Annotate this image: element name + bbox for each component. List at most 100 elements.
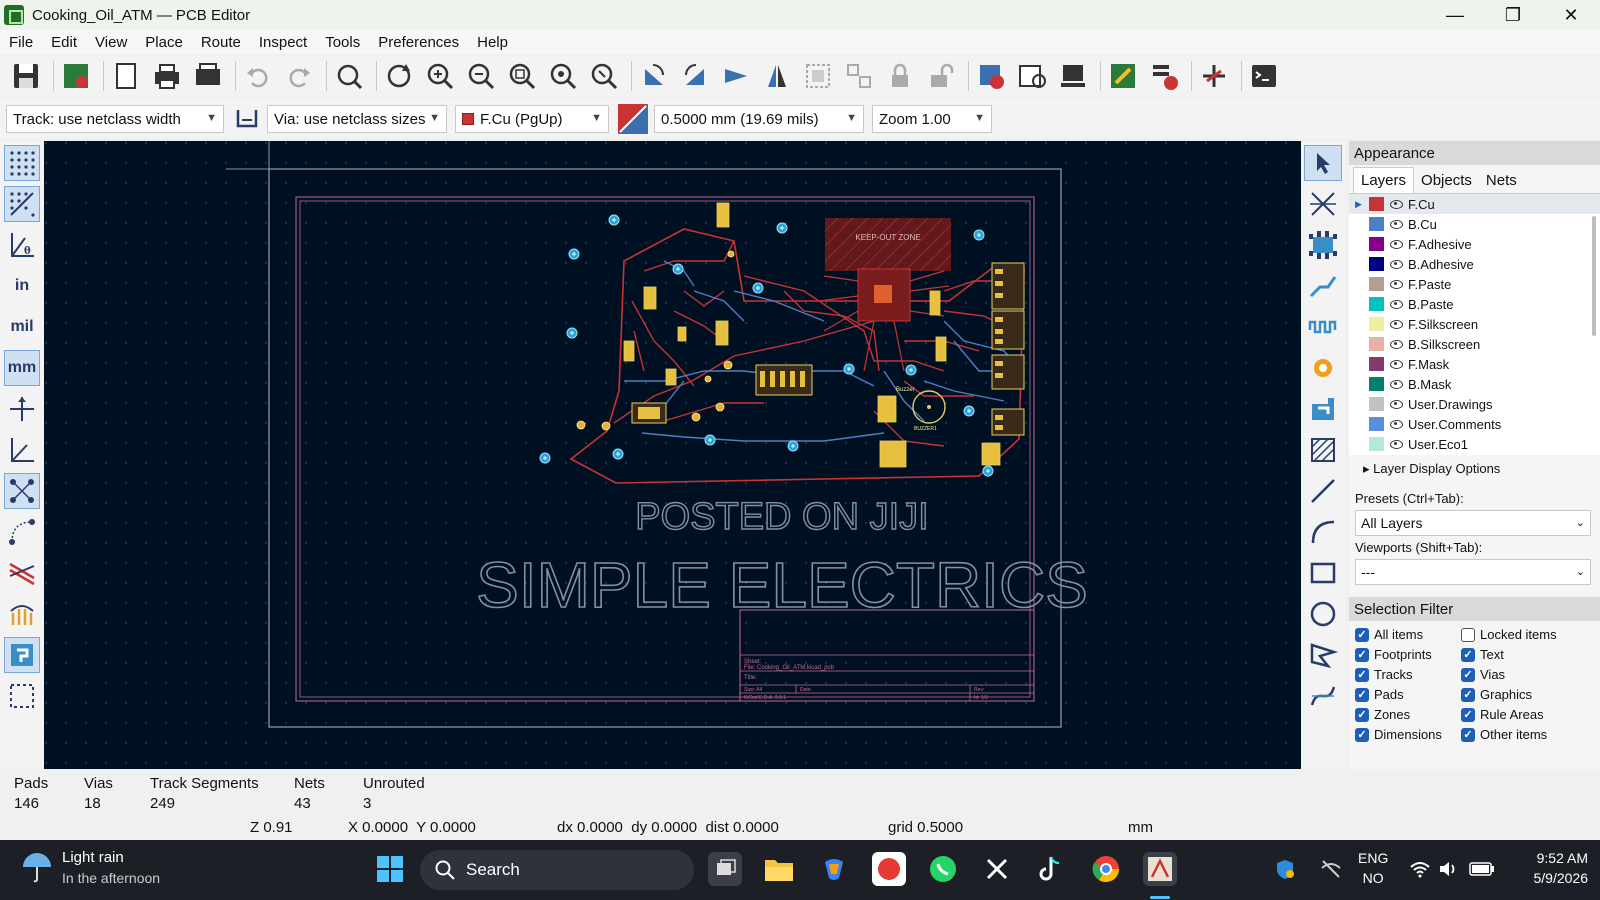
menu-place[interactable]: Place: [136, 34, 192, 51]
layer-color-swatch[interactable]: [1369, 437, 1384, 451]
filter-checkbox[interactable]: ✓ Dimensions: [1355, 727, 1461, 742]
rotate-ccw-button[interactable]: [636, 58, 672, 94]
filter-checkbox[interactable]: Locked items: [1461, 627, 1591, 642]
mirror-h-button[interactable]: [718, 58, 754, 94]
zoom-in-button[interactable]: [422, 58, 458, 94]
filter-checkbox[interactable]: ✓ Tracks: [1355, 667, 1461, 682]
track-outline-button[interactable]: [4, 555, 40, 591]
layer-color-swatch[interactable]: [1369, 357, 1384, 371]
add-zone-button[interactable]: [1304, 391, 1342, 427]
track-width-select[interactable]: Track: use netclass width ▼: [6, 105, 224, 133]
select-tool-button[interactable]: [1304, 145, 1342, 181]
filter-checkbox[interactable]: ✓ Text: [1461, 647, 1591, 662]
units-inches-button[interactable]: in: [4, 268, 40, 304]
board-setup-button[interactable]: [58, 58, 94, 94]
zoom-out-button[interactable]: [463, 58, 499, 94]
units-mils-button[interactable]: mil: [4, 309, 40, 345]
layer-row[interactable]: F.Adhesive: [1349, 234, 1600, 254]
refresh-button[interactable]: [381, 58, 417, 94]
footprint-editor-button[interactable]: [1055, 58, 1091, 94]
zoom-objects-button[interactable]: [545, 58, 581, 94]
weather-widget[interactable]: Light rain In the afternoon: [20, 848, 160, 888]
layer-row[interactable]: User.Eco1: [1349, 434, 1600, 454]
tiktok-app[interactable]: [1034, 852, 1068, 886]
draw-line-button[interactable]: [1304, 473, 1342, 509]
add-footprint-button[interactable]: [1304, 227, 1342, 263]
draw-arc-button[interactable]: [1304, 514, 1342, 550]
layer-row[interactable]: B.Cu: [1349, 214, 1600, 234]
filter-checkbox[interactable]: ✓ All items: [1355, 627, 1461, 642]
presets-select[interactable]: All Layers ⌄: [1355, 510, 1591, 536]
pcb-canvas[interactable]: Sheet: File: Cooking_Oil_ATM.kicad_pcb T…: [44, 141, 1301, 769]
layer-color-swatch[interactable]: [1369, 297, 1384, 311]
unlock-button[interactable]: [923, 58, 959, 94]
eye-icon[interactable]: [1390, 419, 1403, 429]
menu-preferences[interactable]: Preferences: [369, 34, 468, 51]
mirror-v-button[interactable]: [759, 58, 795, 94]
grid-toggle-button[interactable]: [4, 145, 40, 181]
tab-nets[interactable]: Nets: [1479, 168, 1524, 193]
add-rule-area-button[interactable]: [1304, 432, 1342, 468]
layer-pair-button[interactable]: [617, 103, 649, 135]
zoom-fit-button[interactable]: [504, 58, 540, 94]
plot-button[interactable]: [190, 58, 226, 94]
eye-icon[interactable]: [1390, 279, 1403, 289]
draw-polygon-button[interactable]: [1304, 637, 1342, 673]
find-button[interactable]: [331, 58, 367, 94]
layer-color-swatch[interactable]: [1369, 197, 1384, 211]
eye-icon[interactable]: [1390, 339, 1403, 349]
maximize-button[interactable]: ❐: [1484, 0, 1542, 30]
eye-icon[interactable]: [1390, 299, 1403, 309]
layer-row[interactable]: F.Mask: [1349, 354, 1600, 374]
task-view-button[interactable]: [708, 852, 742, 886]
polar-coords-button[interactable]: θ: [4, 227, 40, 263]
layer-row[interactable]: User.Drawings: [1349, 394, 1600, 414]
board-outline-button[interactable]: [4, 678, 40, 714]
layer-list-scrollbar[interactable]: [1592, 216, 1596, 336]
filter-checkbox[interactable]: ✓ Footprints: [1355, 647, 1461, 662]
layer-color-swatch[interactable]: [1369, 277, 1384, 291]
app-icon-red[interactable]: [872, 852, 906, 886]
eye-icon[interactable]: [1390, 359, 1403, 369]
eye-icon[interactable]: [1390, 379, 1403, 389]
eye-icon[interactable]: [1390, 439, 1403, 449]
network-off-tray-icon[interactable]: [1314, 852, 1348, 886]
tab-objects[interactable]: Objects: [1414, 168, 1479, 193]
layer-row[interactable]: B.Paste: [1349, 294, 1600, 314]
local-ratsnest-button[interactable]: [4, 432, 40, 468]
menu-view[interactable]: View: [86, 34, 136, 51]
eye-icon[interactable]: [1390, 259, 1403, 269]
units-mm-button[interactable]: mm: [4, 350, 40, 386]
security-tray-icon[interactable]: [1268, 852, 1302, 886]
grid-override-button[interactable]: [4, 186, 40, 222]
via-display-button[interactable]: [4, 596, 40, 632]
copilot-app[interactable]: [817, 852, 851, 886]
clock[interactable]: 9:52 AM 5/9/2026: [1518, 848, 1589, 888]
draw-circle-button[interactable]: [1304, 596, 1342, 632]
tab-layers[interactable]: Layers: [1353, 167, 1415, 193]
layer-row[interactable]: F.Paste: [1349, 274, 1600, 294]
chrome-app[interactable]: [1089, 852, 1123, 886]
layer-display-options-toggle[interactable]: ▸ Layer Display Options: [1349, 455, 1600, 483]
layer-color-swatch[interactable]: [1369, 257, 1384, 271]
draw-bezier-button[interactable]: [1304, 678, 1342, 714]
layer-color-swatch[interactable]: [1369, 217, 1384, 231]
layer-row[interactable]: B.Silkscreen: [1349, 334, 1600, 354]
scripting-button[interactable]: [1105, 58, 1141, 94]
layer-color-swatch[interactable]: [1369, 377, 1384, 391]
zone-display-button[interactable]: [4, 637, 40, 673]
layer-color-swatch[interactable]: [1369, 397, 1384, 411]
eye-icon[interactable]: [1390, 219, 1403, 229]
curved-ratsnest-button[interactable]: [4, 514, 40, 550]
via-size-select[interactable]: Via: use netclass sizes ▼: [267, 105, 447, 133]
rotate-cw-button[interactable]: [677, 58, 713, 94]
layer-row[interactable]: B.Adhesive: [1349, 254, 1600, 274]
redo-button[interactable]: [281, 58, 317, 94]
page-settings-button[interactable]: [108, 58, 144, 94]
volume-tray-icon[interactable]: [1431, 852, 1465, 886]
menu-file[interactable]: File: [0, 34, 42, 51]
route-button[interactable]: [1196, 58, 1232, 94]
menu-inspect[interactable]: Inspect: [250, 34, 316, 51]
filter-checkbox[interactable]: ✓ Other items: [1461, 727, 1591, 742]
layer-row[interactable]: ▶ F.Cu: [1349, 194, 1600, 214]
